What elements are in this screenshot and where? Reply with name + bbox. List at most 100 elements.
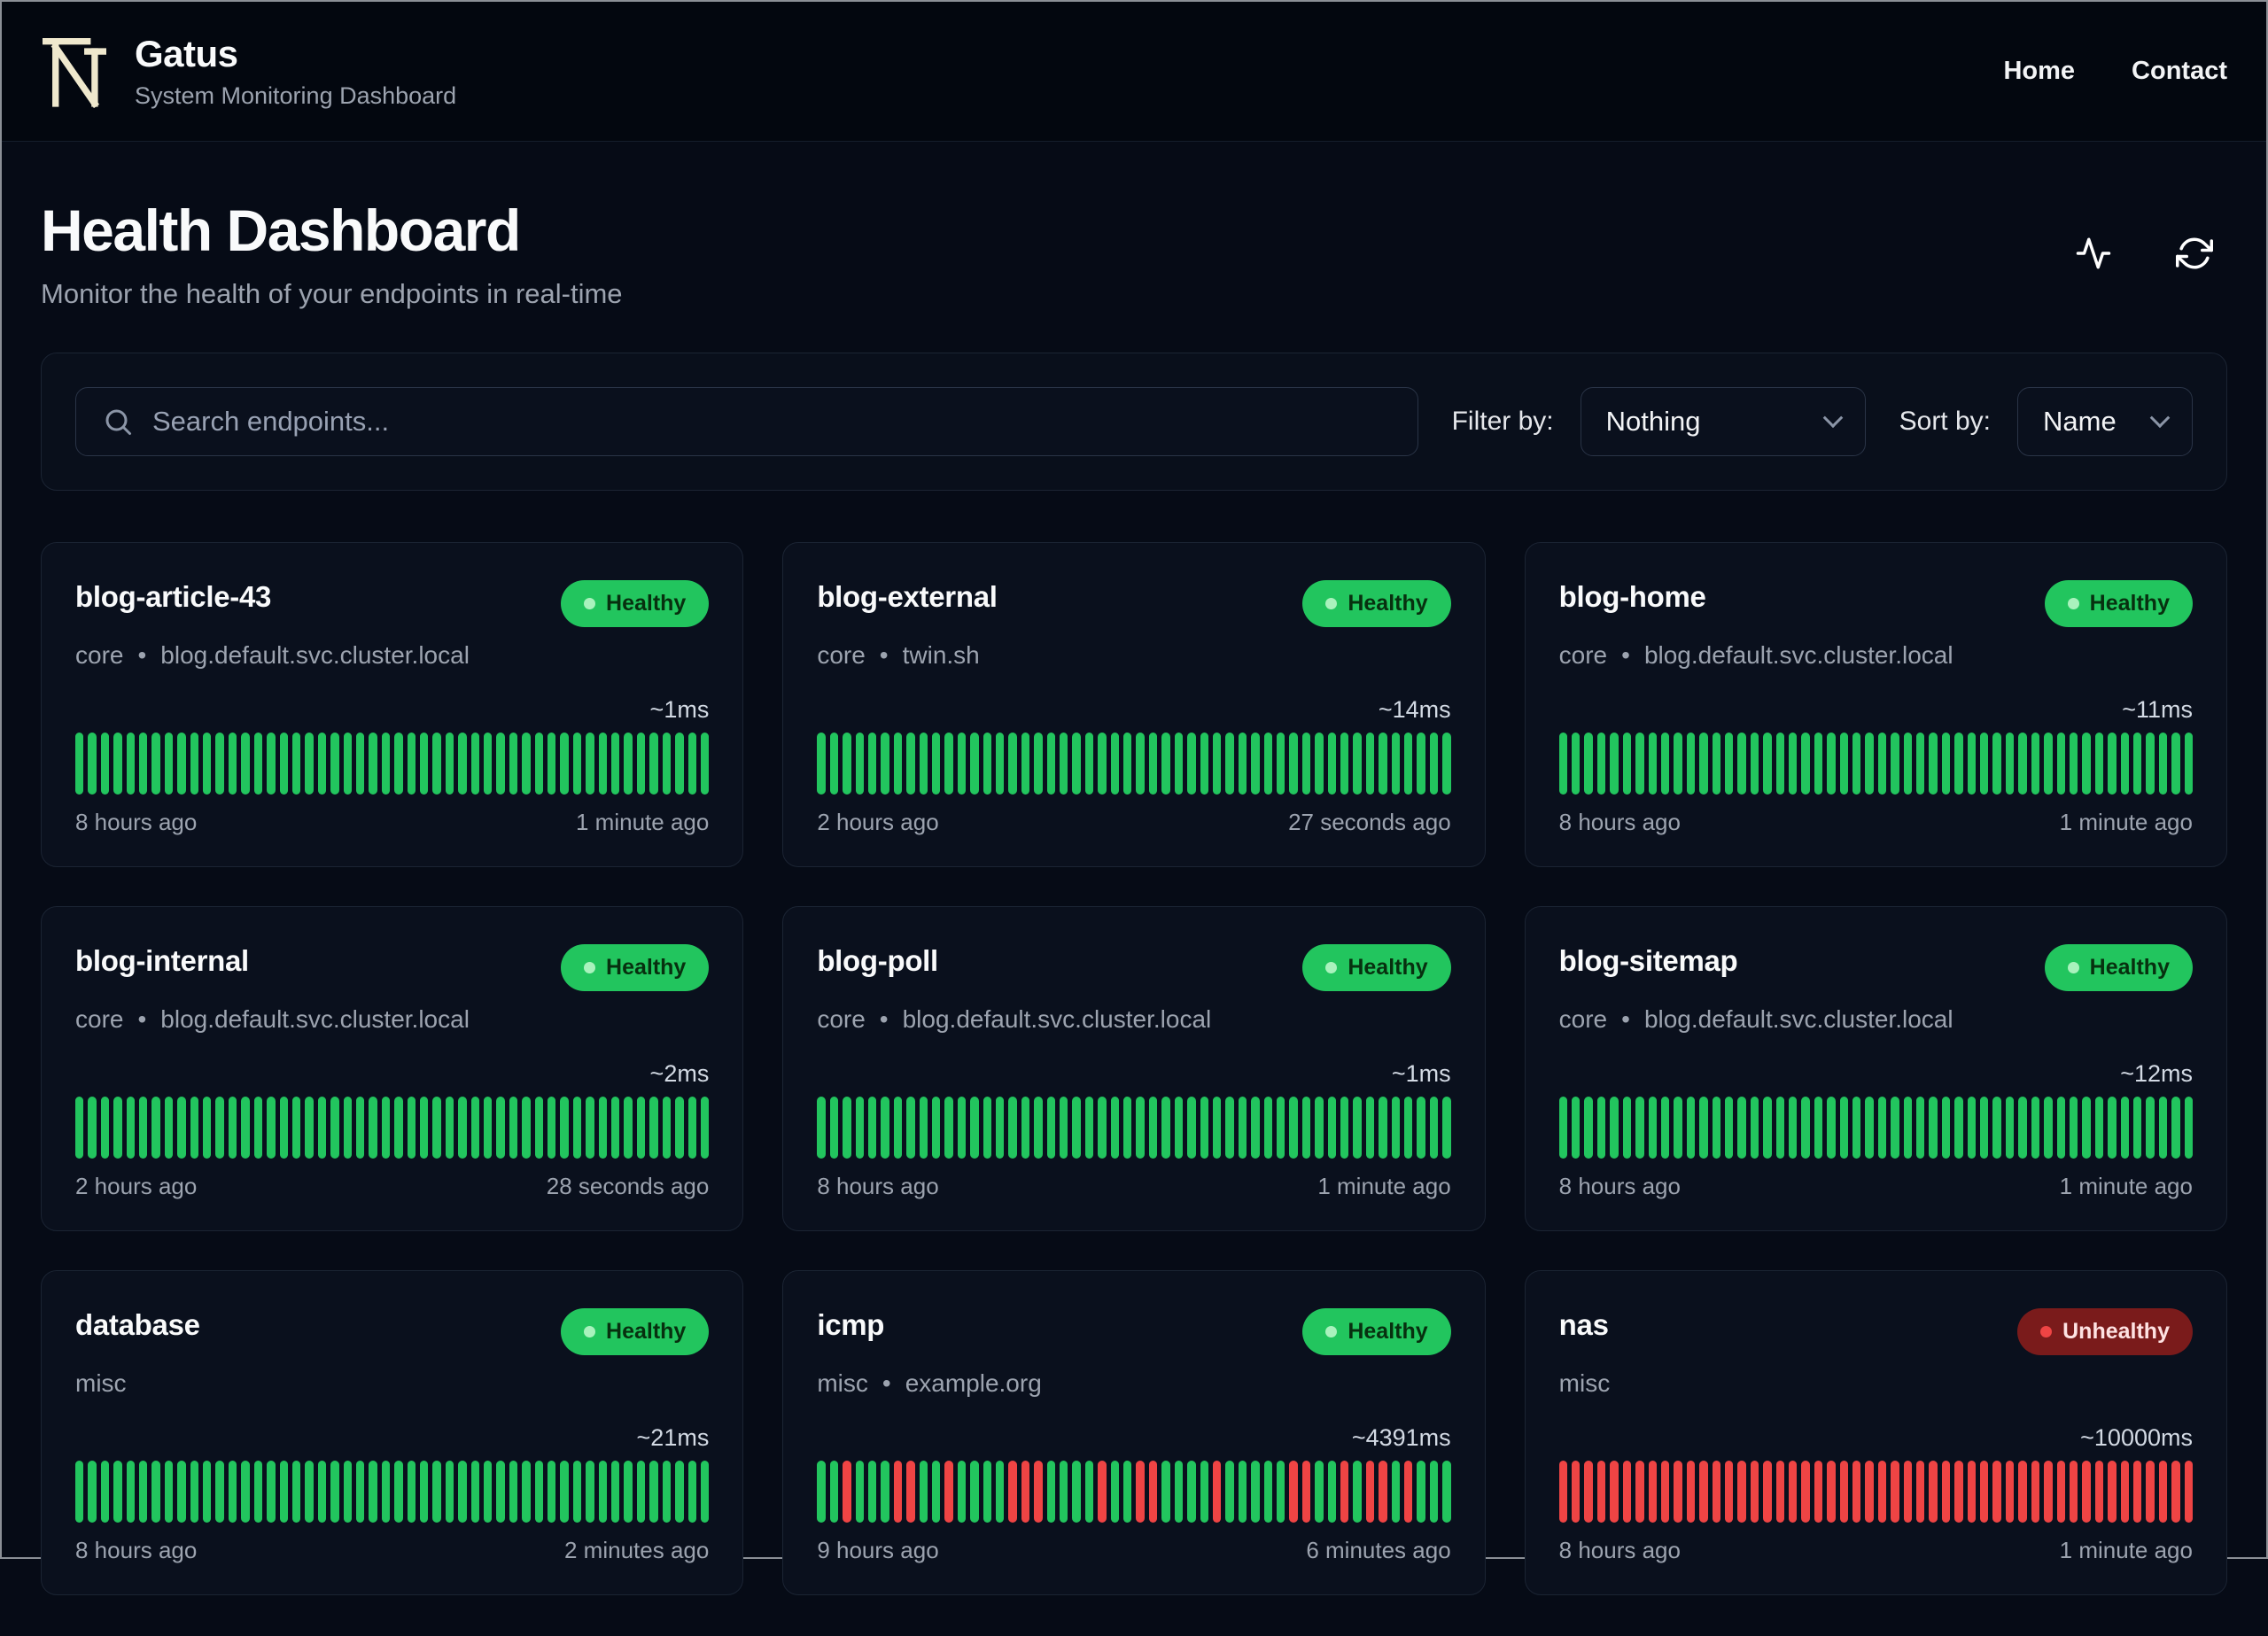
health-bar-down — [1301, 1461, 1311, 1523]
uptime-bars — [1558, 733, 2193, 795]
endpoint-group: misc — [75, 1369, 127, 1397]
sort-select[interactable]: Name — [2017, 387, 2193, 456]
health-bar-up — [1200, 733, 1208, 795]
health-bar-up — [1084, 1097, 1094, 1159]
health-bar-down — [2056, 1461, 2065, 1523]
health-bar-down — [2171, 1461, 2180, 1523]
health-bar-up — [1635, 733, 1644, 795]
health-bar-up — [957, 733, 967, 795]
health-bar-down — [1340, 1461, 1349, 1523]
health-bar-down — [1379, 1461, 1387, 1523]
health-bar-up — [1417, 1461, 1425, 1523]
health-bar-up — [1648, 733, 1657, 795]
health-bar-up — [1225, 733, 1234, 795]
health-bar-down — [1660, 1461, 1670, 1523]
health-bar-up — [560, 1097, 569, 1159]
health-bar-up — [2158, 1097, 2168, 1159]
meta-separator: • — [1621, 641, 1630, 669]
health-bar-up — [343, 1097, 352, 1159]
endpoint-latency: ~2ms — [649, 1060, 710, 1087]
health-bar-up — [572, 1097, 582, 1159]
endpoint-card[interactable]: blog-home Healthy core • blog.default.sv… — [1524, 542, 2227, 867]
health-bar-up — [1315, 1097, 1324, 1159]
health-bar-down — [1750, 1461, 1759, 1523]
health-bar-up — [164, 1461, 174, 1523]
health-bar-up — [1584, 1097, 1593, 1159]
search-input[interactable] — [75, 387, 1418, 456]
health-bar-up — [1967, 1097, 1977, 1159]
endpoint-group: core — [1558, 641, 1608, 669]
health-bar-up — [164, 733, 174, 795]
nav-link-home[interactable]: Home — [2003, 57, 2075, 86]
health-bar-up — [228, 1461, 237, 1523]
health-bar-up — [330, 1097, 339, 1159]
health-bar-up — [906, 733, 915, 795]
endpoint-group: core — [817, 1005, 866, 1033]
health-bar-down — [1648, 1461, 1657, 1523]
endpoint-name: blog-internal — [75, 944, 249, 977]
health-bar-up — [381, 1097, 391, 1159]
endpoint-card[interactable]: blog-external Healthy core • twin.sh ~14… — [782, 542, 1486, 867]
endpoint-card[interactable]: blog-article-43 Healthy core • blog.defa… — [41, 542, 744, 867]
sort-by-label: Sort by: — [1899, 407, 1991, 436]
health-bar-up — [419, 1097, 429, 1159]
health-bar-down — [1737, 1461, 1746, 1523]
health-bar-up — [1596, 1097, 1606, 1159]
endpoint-card[interactable]: blog-poll Healthy core • blog.default.sv… — [782, 906, 1486, 1231]
health-bar-down — [1903, 1461, 1913, 1523]
health-bar-up — [1827, 1097, 1836, 1159]
status-dot-icon — [1325, 962, 1338, 973]
health-bar-up — [203, 1097, 212, 1159]
health-bar-down — [1852, 1461, 1861, 1523]
endpoint-card[interactable]: database Healthy misc • ~21ms 8 hours ag… — [41, 1270, 744, 1595]
health-bar-up — [253, 1461, 263, 1523]
health-bar-up — [509, 1461, 518, 1523]
health-bar-up — [2120, 733, 2129, 795]
health-bar-up — [1225, 1097, 1234, 1159]
endpoint-card[interactable]: blog-internal Healthy core • blog.defaul… — [41, 906, 744, 1231]
health-bar-up — [369, 1461, 377, 1523]
health-bar-up — [2056, 733, 2065, 795]
health-bar-up — [1852, 1097, 1861, 1159]
health-bar-up — [100, 733, 110, 795]
endpoint-card[interactable]: icmp Healthy misc • example.org ~4391ms … — [782, 1270, 1486, 1595]
health-bar-up — [419, 1461, 429, 1523]
health-bar-up — [1775, 733, 1784, 795]
health-bar-up — [560, 733, 569, 795]
endpoint-latency: ~21ms — [636, 1424, 710, 1451]
page-title: Health Dashboard — [41, 198, 521, 263]
health-bar-up — [1187, 733, 1196, 795]
endpoint-latency: ~1ms — [649, 696, 710, 723]
health-bar-up — [970, 733, 979, 795]
health-bar-up — [1788, 1097, 1798, 1159]
health-bar-up — [343, 1461, 352, 1523]
health-bar-up — [1353, 1461, 1362, 1523]
endpoint-card[interactable]: nas Unhealthy misc • ~10000ms 8 hours ag… — [1524, 1270, 2227, 1595]
status-label: Healthy — [2089, 591, 2170, 616]
health-bar-up — [700, 733, 710, 795]
endpoint-latency: ~10000ms — [2080, 1424, 2193, 1451]
health-bar-down — [1992, 1461, 2001, 1523]
health-bar-down — [1916, 1461, 1925, 1523]
activity-icon[interactable] — [2075, 235, 2112, 272]
status-dot-icon — [584, 962, 596, 973]
endpoint-card[interactable]: blog-sitemap Healthy core • blog.default… — [1524, 906, 2227, 1231]
health-bar-up — [1775, 1097, 1784, 1159]
health-bar-up — [1340, 733, 1349, 795]
health-bar-up — [2158, 733, 2168, 795]
health-bar-up — [1225, 1461, 1234, 1523]
refresh-icon[interactable] — [2176, 235, 2213, 272]
health-bar-up — [919, 1097, 928, 1159]
health-bar-up — [484, 1097, 493, 1159]
health-bar-up — [1110, 733, 1120, 795]
health-bar-down — [893, 1461, 903, 1523]
health-bar-up — [687, 733, 696, 795]
health-bar-up — [572, 733, 582, 795]
time-newest: 27 seconds ago — [1288, 809, 1451, 835]
health-bar-up — [100, 1097, 110, 1159]
health-bar-up — [2018, 1097, 2027, 1159]
nav-link-contact[interactable]: Contact — [2132, 57, 2227, 86]
filter-select[interactable]: Nothing — [1580, 387, 1866, 456]
filter-by-label: Filter by: — [1451, 407, 1554, 436]
health-bar-up — [484, 733, 493, 795]
